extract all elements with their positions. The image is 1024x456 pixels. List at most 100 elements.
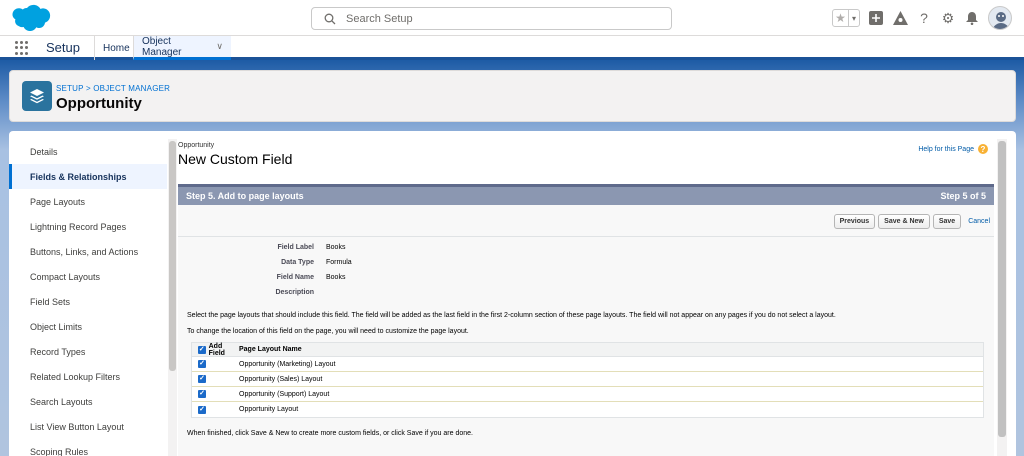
add-field-header: ✓ Add Field xyxy=(192,343,239,357)
sidebar-item-label: Object Limits xyxy=(30,321,83,332)
table-header: ✓ Add Field Page Layout Name xyxy=(192,343,983,357)
detail-value: Books xyxy=(326,274,346,281)
sidebar-item-label: List View Button Layout xyxy=(30,421,124,432)
divider xyxy=(178,236,994,237)
sidebar-item-object-limits[interactable]: Object Limits xyxy=(9,314,167,339)
sidebar-item-fields-relationships[interactable]: Fields & Relationships xyxy=(9,164,167,189)
setup-search-input[interactable]: Search Setup xyxy=(311,7,672,30)
step-title: Step 5. Add to page layouts xyxy=(186,191,304,201)
column-header: Add Field xyxy=(208,342,225,357)
sidebar-item-label: Fields & Relationships xyxy=(30,171,127,182)
scrollbar-thumb[interactable] xyxy=(998,141,1006,437)
table-row: ✓ Opportunity Layout xyxy=(192,402,983,417)
sidebar-item-field-sets[interactable]: Field Sets xyxy=(9,289,167,314)
main-panel: Details Fields & Relationships Page Layo… xyxy=(9,131,1016,456)
select-all-checkbox[interactable]: ✓ xyxy=(198,345,206,354)
table-row: ✓ Opportunity (Sales) Layout xyxy=(192,372,983,387)
detail-row: Data Type Formula xyxy=(178,255,578,270)
save-new-button[interactable]: Save & New xyxy=(878,214,930,229)
previous-button[interactable]: Previous xyxy=(833,214,876,229)
tab-object-manager[interactable]: Object Manager ∨ xyxy=(133,36,231,60)
gear-icon[interactable]: ⚙ xyxy=(940,10,956,26)
field-details: Field Label Books Data Type Formula Fiel… xyxy=(178,240,578,300)
sidebar-item-details[interactable]: Details xyxy=(9,139,167,164)
layout-name: Opportunity Layout xyxy=(239,406,299,413)
layout-checkbox[interactable]: ✓ xyxy=(198,360,206,368)
sidebar-item-label: Record Types xyxy=(30,346,86,357)
page-title: Opportunity xyxy=(56,95,142,112)
chevron-down-icon[interactable]: ∨ xyxy=(216,41,223,52)
detail-label: Data Type xyxy=(281,259,314,266)
object-name: Opportunity xyxy=(178,142,215,149)
sidebar-item-buttons-links-actions[interactable]: Buttons, Links, and Actions xyxy=(9,239,167,264)
sidebar-item-label: Compact Layouts xyxy=(30,271,101,282)
salesforce-logo[interactable] xyxy=(10,4,52,32)
sidebar-item-record-types[interactable]: Record Types xyxy=(9,339,167,364)
help-icon[interactable]: ? xyxy=(916,10,932,26)
detail-row: Description xyxy=(178,285,578,300)
tab-object-manager-label: Object Manager xyxy=(142,35,182,58)
layout-checkbox[interactable]: ✓ xyxy=(198,390,206,398)
add-icon[interactable] xyxy=(868,10,884,26)
sidebar: Details Fields & Relationships Page Layo… xyxy=(9,139,167,456)
sidebar-item-label: Search Layouts xyxy=(30,396,93,407)
content-frame: Opportunity New Custom Field Help for th… xyxy=(178,139,995,456)
sidebar-item-page-layouts[interactable]: Page Layouts xyxy=(9,189,167,214)
sidebar-item-scoping-rules[interactable]: Scoping Rules xyxy=(9,439,167,456)
tab-home[interactable]: Home xyxy=(94,36,138,60)
sidebar-item-lightning-record-pages[interactable]: Lightning Record Pages xyxy=(9,214,167,239)
scrollbar-thumb[interactable] xyxy=(169,141,176,371)
app-name: Setup xyxy=(46,40,80,55)
app-launcher-icon[interactable] xyxy=(15,41,29,55)
step-header: Step 5. Add to page layouts Step 5 of 5 xyxy=(178,187,994,205)
global-header: Search Setup ★ ▾ ? ⚙ xyxy=(0,0,1024,36)
search-placeholder: Search Setup xyxy=(346,13,413,25)
footer-text: When finished, click Save & New to creat… xyxy=(187,430,473,437)
add-field-cell: ✓ xyxy=(192,405,239,414)
sidebar-item-compact-layouts[interactable]: Compact Layouts xyxy=(9,264,167,289)
avatar[interactable] xyxy=(988,6,1012,30)
sidebar-item-search-layouts[interactable]: Search Layouts xyxy=(9,389,167,414)
detail-row: Field Name Books xyxy=(178,270,578,285)
content-scrollbar[interactable] xyxy=(997,139,1007,456)
add-field-cell: ✓ xyxy=(192,390,239,398)
layout-name: Opportunity (Support) Layout xyxy=(239,390,330,398)
cancel-link[interactable]: Cancel xyxy=(968,218,990,225)
star-icon[interactable]: ★ xyxy=(833,10,848,26)
step-block: Step 5. Add to page layouts Step 5 of 5 … xyxy=(178,184,994,456)
detail-value: Formula xyxy=(326,259,352,266)
breadcrumb[interactable]: SETUP > OBJECT MANAGER xyxy=(56,84,170,93)
layout-name: Opportunity (Sales) Layout xyxy=(239,375,323,383)
layout-checkbox[interactable]: ✓ xyxy=(198,405,206,414)
step-count: Step 5 of 5 xyxy=(940,191,986,201)
add-field-cell: ✓ xyxy=(192,360,239,368)
chevron-down-icon[interactable]: ▾ xyxy=(848,10,859,26)
favorites-group: ★ ▾ xyxy=(832,9,860,27)
detail-label: Field Name xyxy=(276,274,314,281)
sidebar-item-label: Field Sets xyxy=(30,296,71,307)
layout-name: Opportunity (Marketing) Layout xyxy=(239,360,336,368)
table-row: ✓ Opportunity (Marketing) Layout xyxy=(192,357,983,372)
sidebar-item-label: Related Lookup Filters xyxy=(30,371,121,382)
sidebar-item-label: Page Layouts xyxy=(30,196,86,207)
detail-label: Field Label xyxy=(277,244,314,251)
help-link[interactable]: Help for this Page ? xyxy=(918,144,988,154)
sidebar-item-label: Details xyxy=(30,146,58,157)
instruction-text: Select the page layouts that should incl… xyxy=(187,312,836,319)
instruction-text: To change the location of this field on … xyxy=(187,328,469,335)
object-header: SETUP > OBJECT MANAGER Opportunity xyxy=(9,70,1016,122)
tab-home-label: Home xyxy=(103,42,130,54)
table-row: ✓ Opportunity (Support) Layout xyxy=(192,387,983,402)
layout-checkbox[interactable]: ✓ xyxy=(198,375,206,383)
sidebar-scrollbar[interactable] xyxy=(168,139,177,456)
page-layouts-table: ✓ Add Field Page Layout Name ✓ Opportuni… xyxy=(191,342,984,418)
trailhead-icon[interactable] xyxy=(892,10,908,26)
save-button[interactable]: Save xyxy=(932,214,962,229)
layers-icon xyxy=(22,81,52,111)
bell-icon[interactable] xyxy=(964,10,980,26)
detail-label: Description xyxy=(275,289,314,296)
navigation-bar: Setup Home Object Manager ∨ xyxy=(0,36,1024,60)
sidebar-item-related-lookup-filters[interactable]: Related Lookup Filters xyxy=(9,364,167,389)
sidebar-item-list-view-button-layout[interactable]: List View Button Layout xyxy=(9,414,167,439)
sidebar-item-label: Lightning Record Pages xyxy=(30,221,127,232)
